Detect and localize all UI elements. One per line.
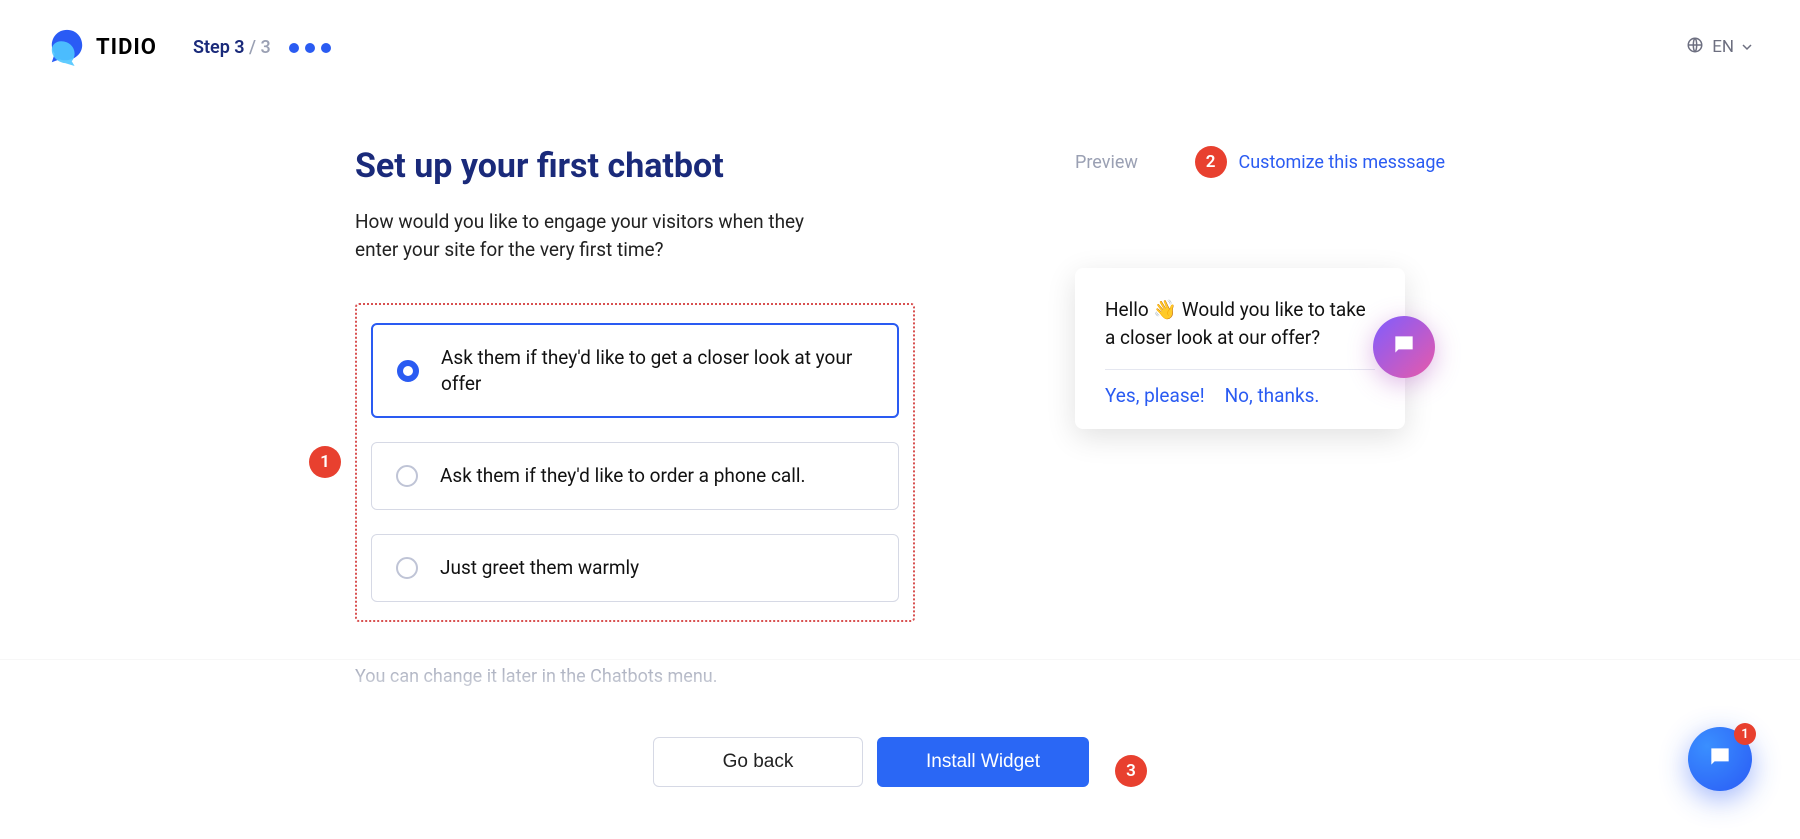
annotation-badge-2: 2 [1195,146,1227,178]
setup-column: Set up your first chatbot How would you … [355,146,915,687]
dot-icon [321,43,331,53]
chevron-down-icon [1742,37,1752,57]
chat-bubble-icon [1707,744,1733,774]
step-current: Step 3 [193,37,245,58]
notification-badge: 1 [1734,723,1756,745]
brand-name: TIDIO [96,35,157,60]
page-subtitle: How would you like to engage your visito… [355,208,815,263]
chat-actions: Yes, please! No, thanks. [1105,384,1375,407]
footer-bar: Go back Install Widget 3 [0,659,1800,839]
step-dots [289,43,331,53]
language-label: EN [1712,37,1734,57]
header-left: TIDIO Step 3 / 3 [48,28,331,66]
customize-wrap: 2 Customize this messsage [1195,146,1445,178]
header: TIDIO Step 3 / 3 EN [0,0,1800,94]
chat-bubble-icon [1391,332,1417,362]
logo-mark-icon [48,28,86,66]
customize-link[interactable]: Customize this messsage [1239,152,1445,173]
radio-icon [397,360,419,382]
page-title: Set up your first chatbot [355,146,915,186]
install-widget-button[interactable]: Install Widget [877,737,1089,787]
radio-icon [396,557,418,579]
globe-icon [1686,36,1704,59]
option-label: Just greet them warmly [440,555,639,581]
chat-fab[interactable] [1373,316,1435,378]
main-content: Set up your first chatbot How would you … [0,94,1800,687]
logo: TIDIO [48,28,157,66]
option-closer-look[interactable]: Ask them if they'd like to get a closer … [371,323,899,418]
floating-chat-button[interactable]: 1 [1688,727,1752,791]
dot-icon [289,43,299,53]
step-indicator: Step 3 / 3 [193,37,331,58]
option-label: Ask them if they'd like to order a phone… [440,463,806,489]
option-greet[interactable]: Just greet them warmly [371,534,899,602]
divider [1105,369,1375,370]
chat-message: Hello 👋 Would you like to take a closer … [1105,296,1375,351]
annotation-badge-3: 3 [1115,755,1147,787]
preview-header: Preview 2 Customize this messsage [1075,146,1445,178]
dot-icon [305,43,315,53]
preview-column: Preview 2 Customize this messsage Hello … [1075,146,1445,687]
chat-action-yes[interactable]: Yes, please! [1105,384,1205,407]
language-selector[interactable]: EN [1686,36,1752,59]
chat-action-no[interactable]: No, thanks. [1225,384,1320,407]
option-phone-call[interactable]: Ask them if they'd like to order a phone… [371,442,899,510]
preview-label: Preview [1075,152,1138,173]
option-label: Ask them if they'd like to get a closer … [441,345,873,396]
go-back-button[interactable]: Go back [653,737,863,787]
options-group: 1 Ask them if they'd like to get a close… [355,303,915,622]
annotation-badge-1: 1 [309,446,341,478]
step-total: / 3 [249,37,271,58]
chat-preview-card: Hello 👋 Would you like to take a closer … [1075,268,1405,429]
radio-icon [396,465,418,487]
